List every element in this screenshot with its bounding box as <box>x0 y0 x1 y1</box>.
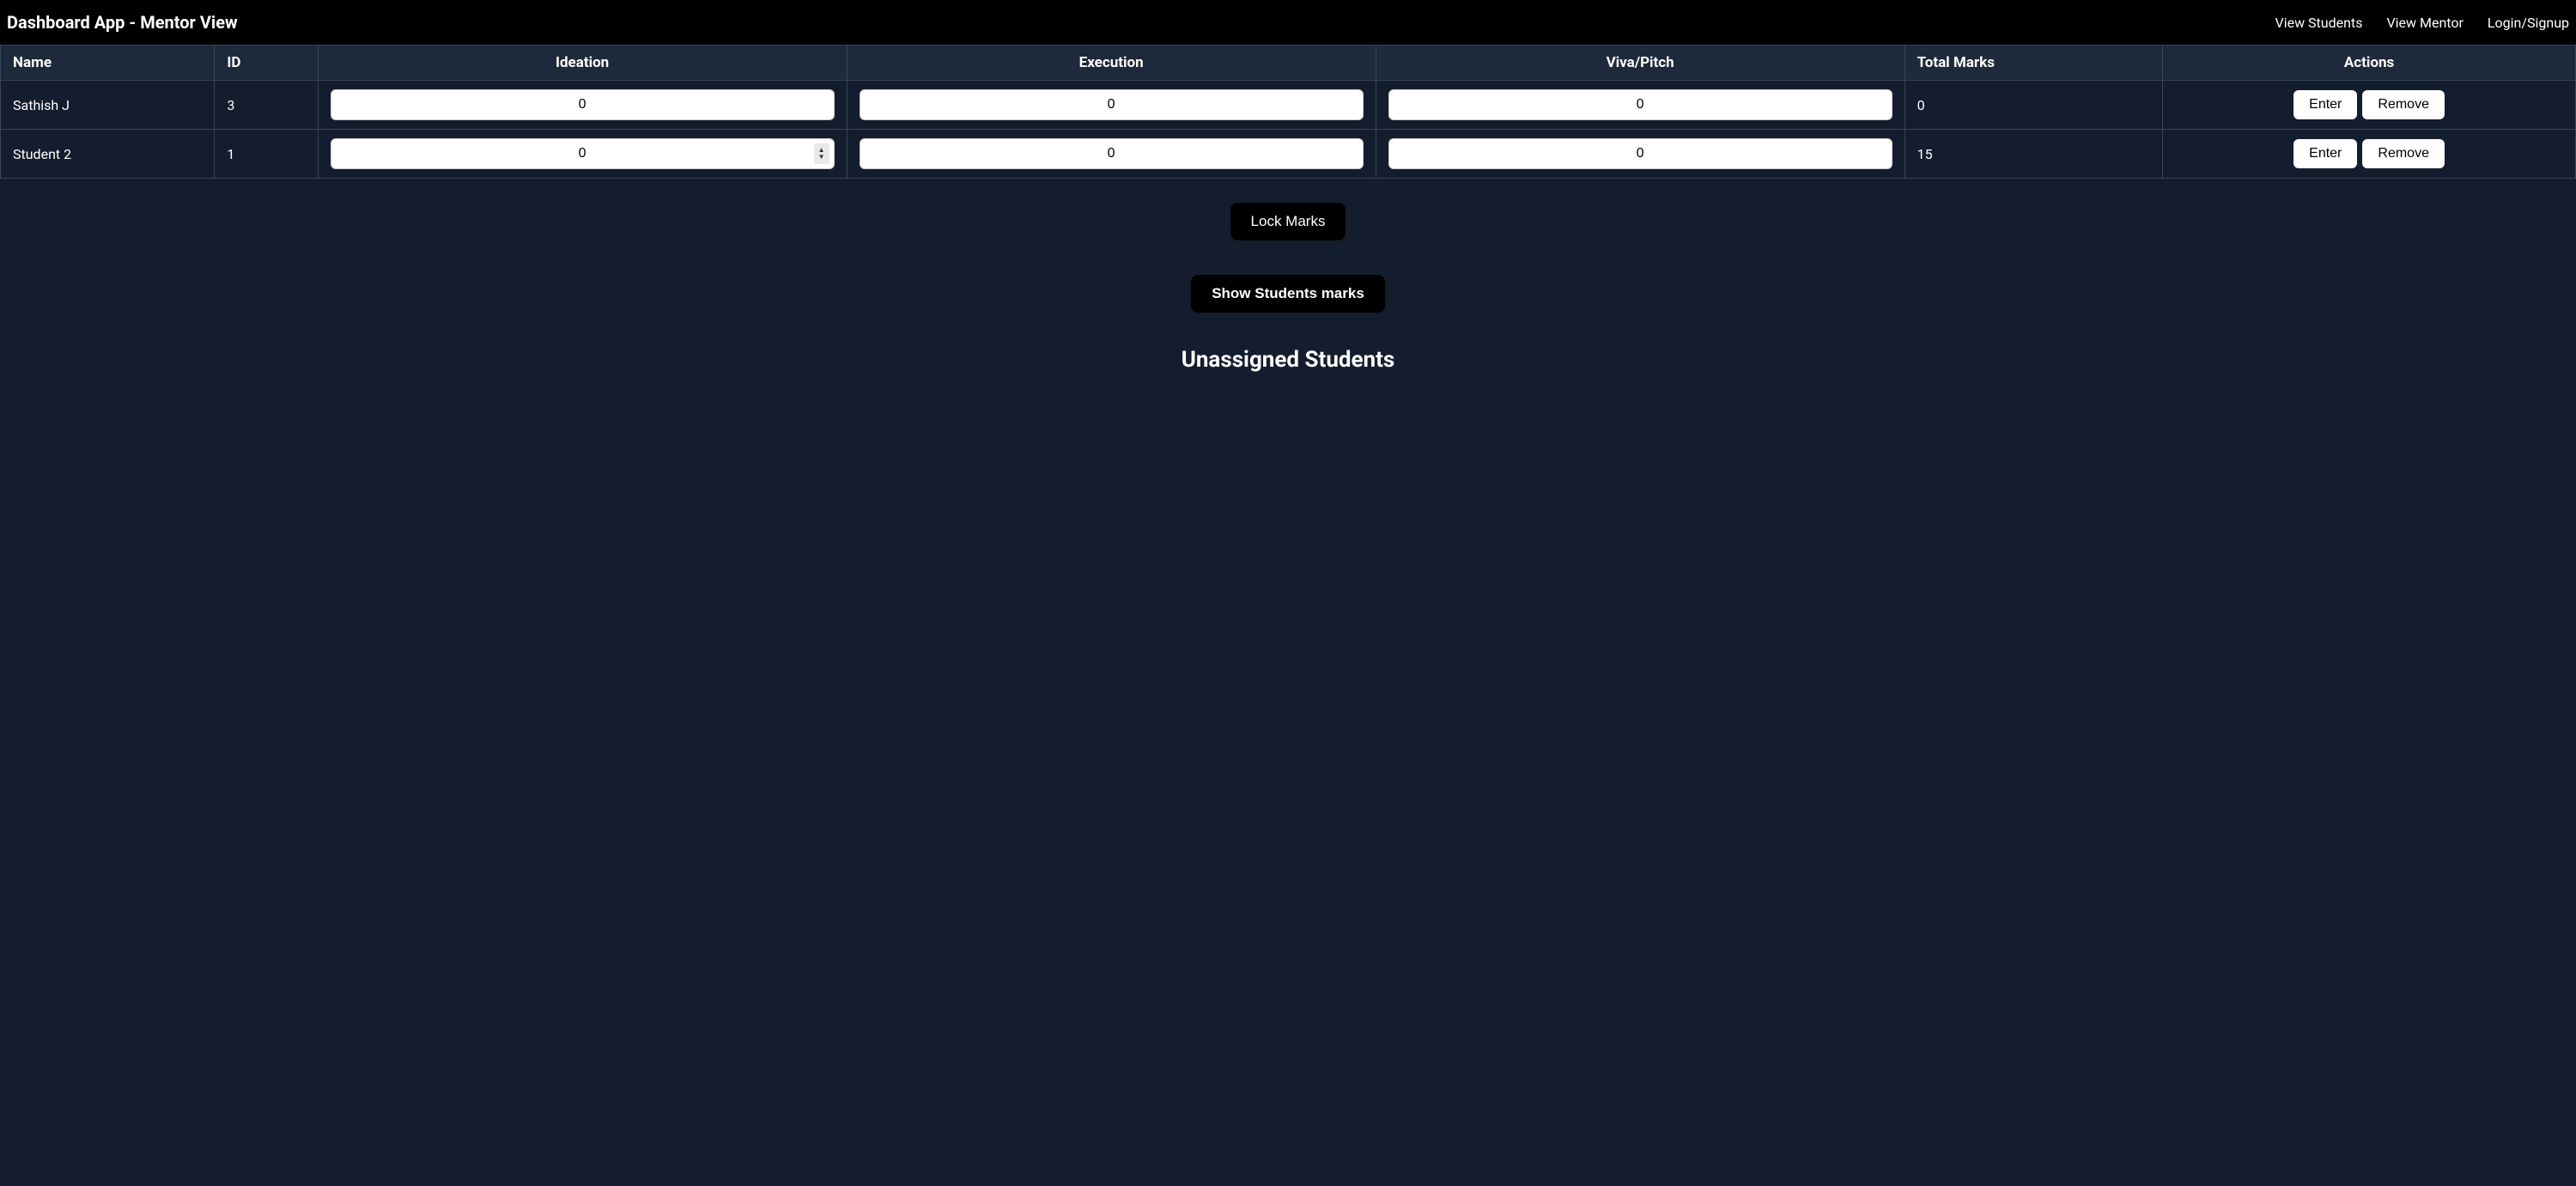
navbar-links: View Students View Mentor Login/Signup <box>2275 15 2576 31</box>
cell-execution <box>847 81 1376 130</box>
nav-view-students[interactable]: View Students <box>2275 15 2363 31</box>
remove-button[interactable]: Remove <box>2362 90 2445 119</box>
header-ideation: Ideation <box>318 46 847 81</box>
remove-button[interactable]: Remove <box>2362 139 2445 168</box>
header-execution: Execution <box>847 46 1376 81</box>
navbar: Dashboard App - Mentor View View Student… <box>0 0 2576 45</box>
header-name: Name <box>1 46 215 81</box>
header-total: Total Marks <box>1905 46 2162 81</box>
lock-marks-section: Lock Marks <box>0 179 2576 275</box>
table-header-row: Name ID Ideation Execution Viva/Pitch To… <box>1 46 2576 81</box>
cell-viva <box>1376 130 1905 179</box>
cell-id: 1 <box>215 130 318 179</box>
header-actions: Actions <box>2163 46 2576 81</box>
cell-actions: EnterRemove <box>2163 130 2576 179</box>
show-students-section: Show Students marks <box>0 275 2576 347</box>
marks-table: Name ID Ideation Execution Viva/Pitch To… <box>0 45 2576 179</box>
nav-login-signup[interactable]: Login/Signup <box>2488 15 2569 31</box>
cell-name: Sathish J <box>1 81 215 130</box>
ideation-input[interactable] <box>331 89 835 120</box>
header-id: ID <box>215 46 318 81</box>
ideation-input[interactable] <box>331 138 835 169</box>
lock-marks-button[interactable]: Lock Marks <box>1230 203 1346 240</box>
cell-total: 0 <box>1905 81 2162 130</box>
cell-actions: EnterRemove <box>2163 81 2576 130</box>
header-viva: Viva/Pitch <box>1376 46 1905 81</box>
cell-viva <box>1376 81 1905 130</box>
cell-execution <box>847 130 1376 179</box>
execution-input[interactable] <box>860 89 1364 120</box>
table-row: Student 21▲▼15EnterRemove <box>1 130 2576 179</box>
show-students-marks-button[interactable]: Show Students marks <box>1191 275 1385 313</box>
execution-input[interactable] <box>860 138 1364 169</box>
viva-input[interactable] <box>1388 89 1893 120</box>
nav-view-mentor[interactable]: View Mentor <box>2386 15 2463 31</box>
cell-ideation <box>318 81 847 130</box>
cell-id: 3 <box>215 81 318 130</box>
unassigned-students-heading: Unassigned Students <box>0 347 2576 407</box>
enter-button[interactable]: Enter <box>2293 139 2357 168</box>
cell-name: Student 2 <box>1 130 215 179</box>
app-title: Dashboard App - Mentor View <box>7 12 238 33</box>
enter-button[interactable]: Enter <box>2293 90 2357 119</box>
viva-input[interactable] <box>1388 138 1893 169</box>
cell-total: 15 <box>1905 130 2162 179</box>
chevron-down-icon[interactable]: ▼ <box>818 154 825 161</box>
table-row: Sathish J30EnterRemove <box>1 81 2576 130</box>
number-stepper[interactable]: ▲▼ <box>814 143 829 164</box>
cell-ideation: ▲▼ <box>318 130 847 179</box>
